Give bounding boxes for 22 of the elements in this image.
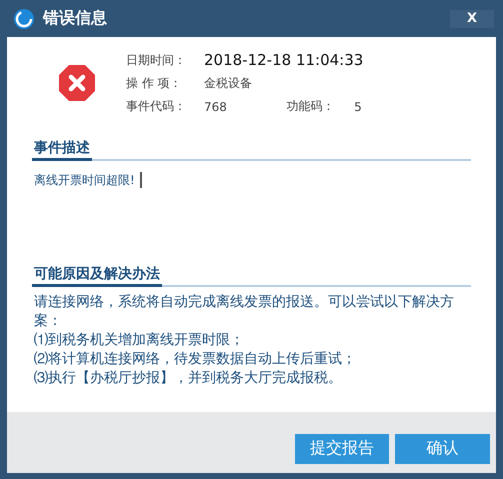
event-description: 离线开票时间超限! — [34, 172, 135, 188]
solution-text: 请连接网络，系统将自动完成离线发票的报送。可以尝试以下解决方案： — [34, 293, 455, 331]
section-heading: 事件描述 — [32, 139, 92, 161]
text-cursor — [140, 172, 142, 188]
solution-text: ⑴到税务机关增加离线开票时限； — [34, 331, 245, 350]
section-heading: 可能原因及解决办法 — [32, 265, 162, 287]
submit-report-button[interactable]: 提交报告 — [295, 434, 389, 464]
field-value: 768 — [204, 100, 228, 114]
confirm-button[interactable]: 确认 — [395, 434, 490, 464]
field-label: 操 作 项： — [126, 75, 183, 92]
error-icon — [58, 64, 96, 102]
window-title: 错误信息 — [43, 8, 108, 29]
field-value: 2018-12-18 11:04:33 — [204, 51, 364, 69]
field-value: 5 — [354, 100, 363, 114]
field-label: 功能码： — [285, 98, 336, 115]
solution-text: ⑶执行【办税厅抄报】，并到税务大厅完成报税。 — [34, 369, 343, 388]
app-logo-icon — [13, 8, 35, 30]
solution-text: ⑵将计算机连接网络，待发票数据自动上传后重试； — [34, 350, 357, 369]
field-value: 金税设备 — [204, 75, 253, 92]
close-button[interactable]: X — [450, 10, 494, 28]
field-label: 日期时间： — [126, 52, 186, 68]
field-label: 事件代码： — [126, 98, 186, 115]
